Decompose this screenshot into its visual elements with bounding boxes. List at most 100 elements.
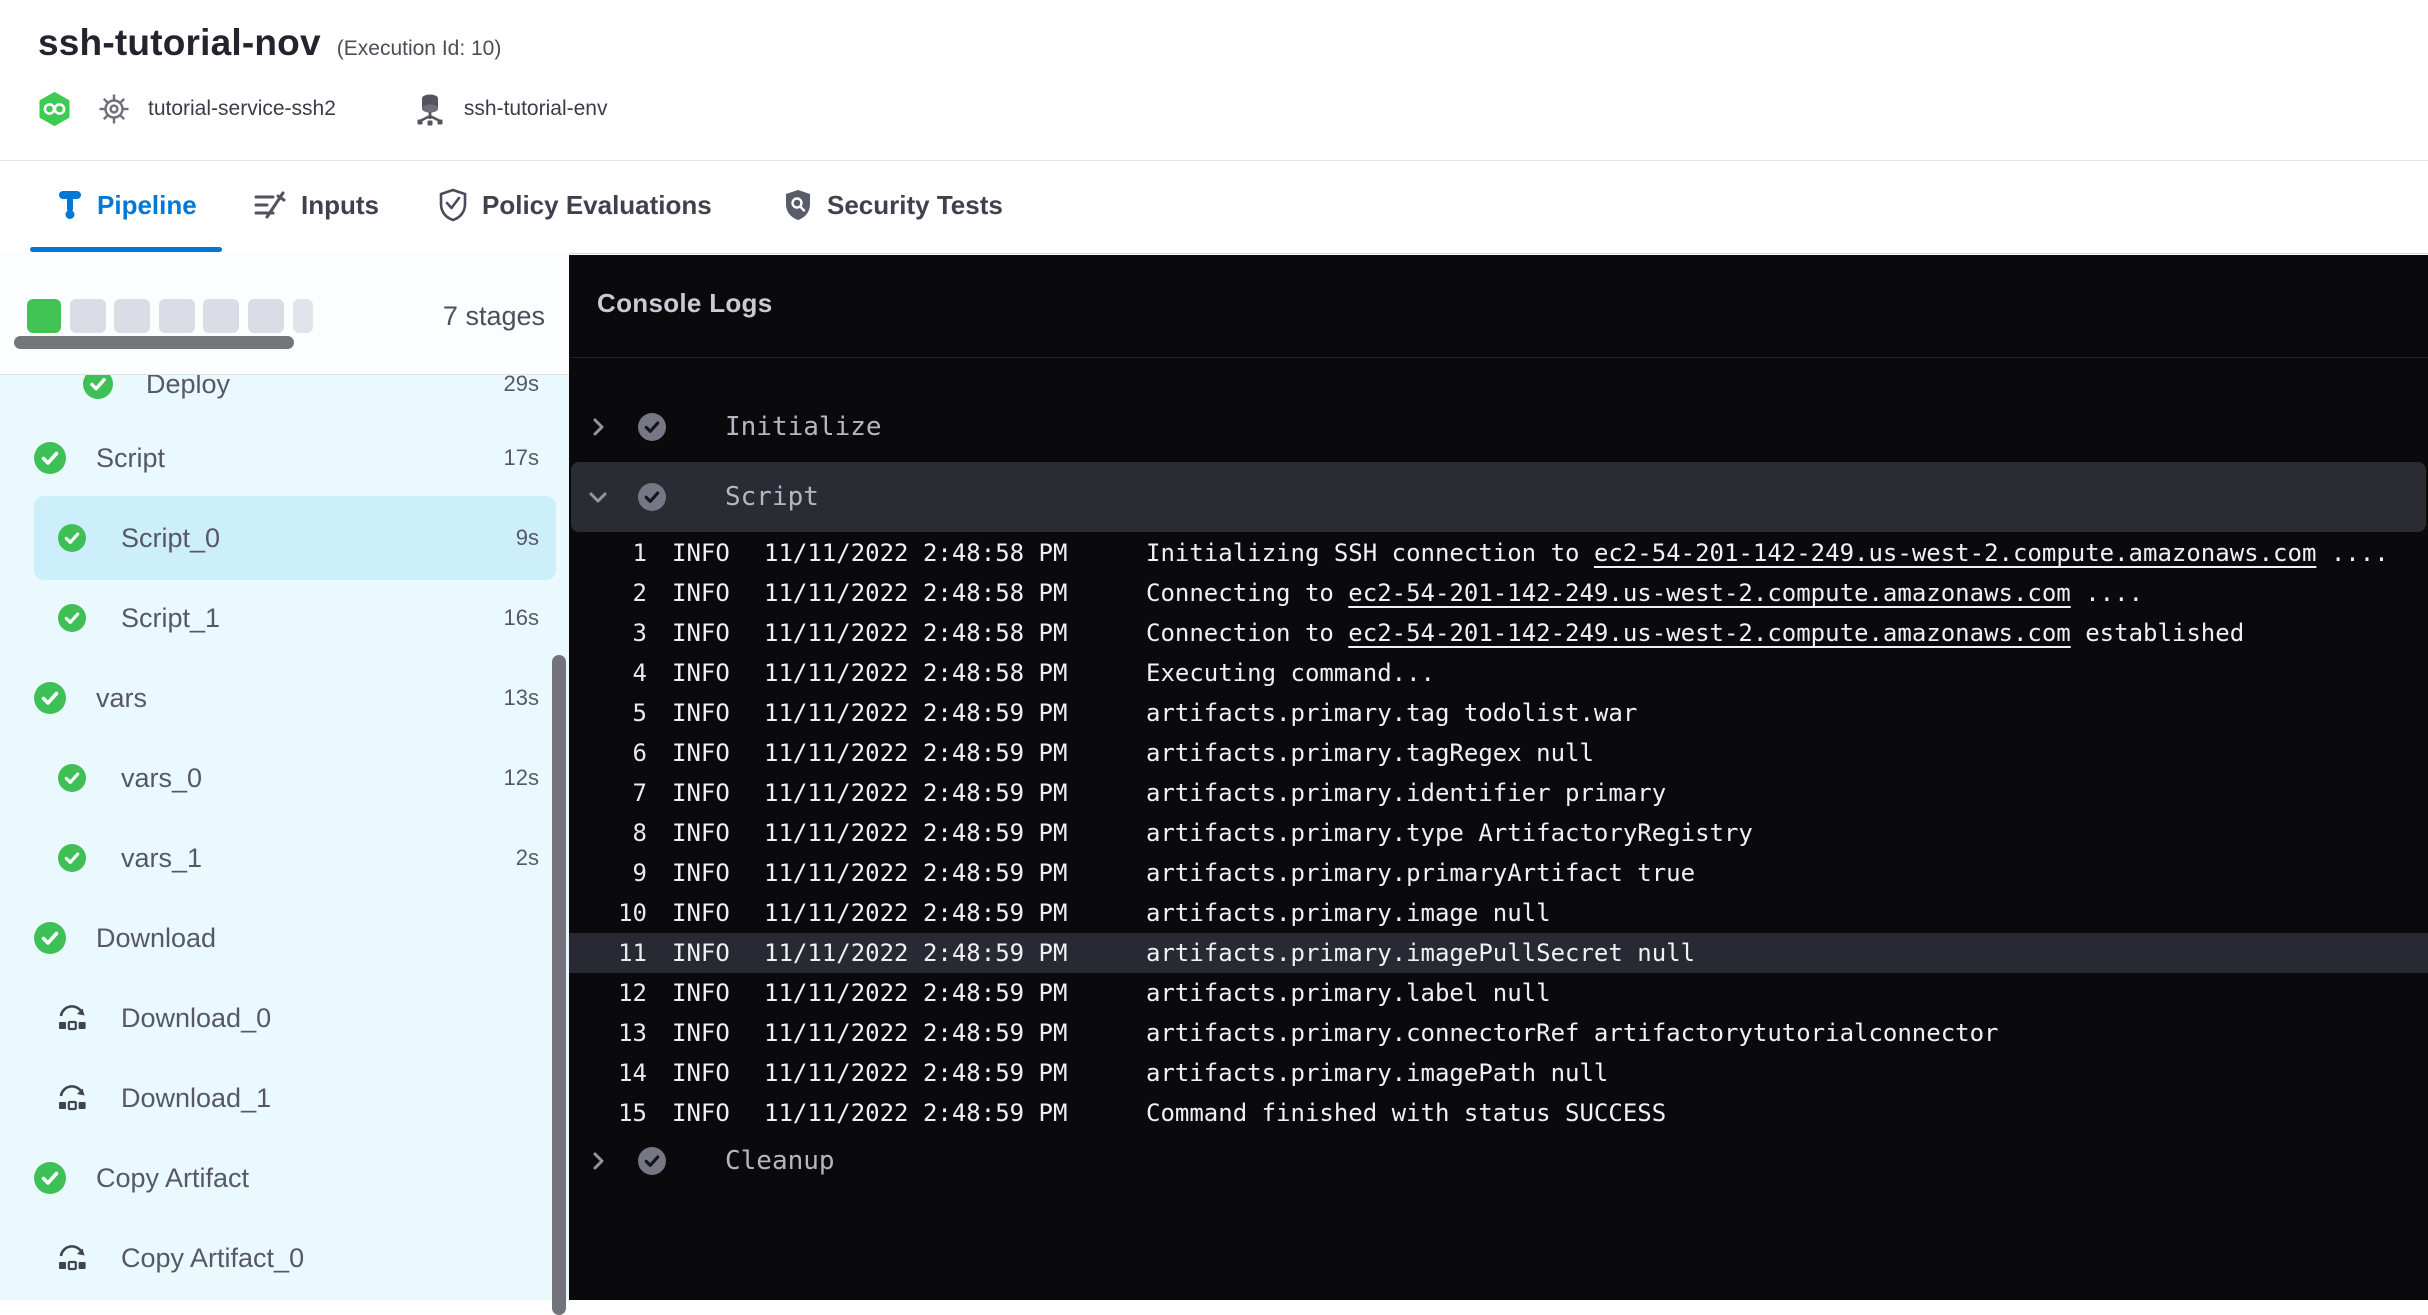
console-logs-panel: Console Logs InitializeScript Cleanup 1 INF…: [569, 255, 2428, 1300]
minimap-stage-pending[interactable]: [70, 299, 106, 333]
success-check-icon: [34, 442, 66, 474]
minimap-stage-pending[interactable]: [248, 299, 284, 333]
log-line-number: 12: [587, 973, 647, 1013]
stage-row-highlight: [34, 976, 556, 1060]
stage-row-vars[interactable]: vars 13s: [0, 656, 569, 740]
tab-policy-evaluations[interactable]: Policy Evaluations: [438, 161, 712, 249]
log-host-link[interactable]: ec2-54-201-142-249.us-west-2.compute.ama…: [1594, 539, 2316, 567]
log-timestamp: 11/11/2022 2:48:59 PM: [764, 893, 1067, 933]
log-line-number: 4: [587, 653, 647, 693]
log-line-2: 2INFO11/11/2022 2:48:58 PMConnecting to …: [569, 573, 2428, 613]
stage-row-copy-artifact-0[interactable]: Copy Artifact_0: [0, 1216, 569, 1300]
log-timestamp: 11/11/2022 2:48:59 PM: [764, 813, 1067, 853]
log-line-number: 11: [587, 933, 647, 973]
log-level: INFO: [672, 773, 730, 813]
log-level: INFO: [672, 533, 730, 573]
log-timestamp: 11/11/2022 2:48:58 PM: [764, 533, 1067, 573]
stage-duration: 13s: [504, 656, 539, 740]
log-level: INFO: [672, 573, 730, 613]
log-timestamp: 11/11/2022 2:48:58 PM: [764, 573, 1067, 613]
pipeline-icon: [57, 189, 83, 221]
minimap-stage-done[interactable]: [27, 299, 61, 333]
log-line-14: 14INFO11/11/2022 2:48:59 PMartifacts.pri…: [569, 1053, 2428, 1093]
log-message: artifacts.primary.label null: [1146, 973, 1551, 1013]
log-timestamp: 11/11/2022 2:48:59 PM: [764, 933, 1067, 973]
log-message: artifacts.primary.imagePullSecret null: [1146, 933, 1695, 973]
console-section-initialize[interactable]: Initialize: [569, 392, 2428, 462]
success-check-icon: [34, 922, 66, 954]
stage-row-download[interactable]: Download: [0, 896, 569, 980]
log-line-number: 1: [587, 533, 647, 573]
tab-inputs[interactable]: Inputs: [253, 161, 379, 249]
success-check-icon: [58, 844, 86, 872]
stage-label: vars: [96, 656, 147, 740]
rollback-step-icon: [56, 1244, 88, 1272]
stage-duration: 12s: [504, 736, 539, 820]
stage-row-script-1[interactable]: Script_116s: [0, 576, 569, 660]
minimap-stage-pending[interactable]: [203, 299, 239, 333]
log-line-12: 12INFO11/11/2022 2:48:59 PMartifacts.pri…: [569, 973, 2428, 1013]
minimap-stage-pending[interactable]: [293, 299, 313, 333]
minimap-stage-pending[interactable]: [159, 299, 195, 333]
stage-label: Copy Artifact_0: [121, 1216, 304, 1300]
page-title: ssh-tutorial-nov: [38, 22, 321, 64]
minimap-horizontal-scrollbar[interactable]: [14, 336, 294, 349]
log-line-15: 15INFO11/11/2022 2:48:59 PMCommand finis…: [569, 1093, 2428, 1133]
console-section-cleanup[interactable]: Cleanup: [569, 1126, 2428, 1196]
stage-row-copy-artifact[interactable]: Copy Artifact: [0, 1136, 569, 1220]
log-line-number: 15: [587, 1093, 647, 1133]
environment-name[interactable]: ssh-tutorial-env: [464, 97, 608, 121]
stage-row-script[interactable]: Script17s: [0, 416, 569, 500]
minimap-stage-pending[interactable]: [114, 299, 150, 333]
log-level: INFO: [672, 613, 730, 653]
log-host-link[interactable]: ec2-54-201-142-249.us-west-2.compute.ama…: [1348, 579, 2070, 607]
service-gear-icon: [98, 93, 130, 125]
stage-label: Script: [96, 416, 165, 500]
service-name[interactable]: tutorial-service-ssh2: [148, 97, 336, 121]
section-success-icon: [638, 413, 666, 441]
log-level: INFO: [672, 1053, 730, 1093]
section-success-icon: [638, 483, 666, 511]
stage-row-vars-0[interactable]: vars_0 12s: [0, 736, 569, 820]
log-line-number: 14: [587, 1053, 647, 1093]
console-logs-title: Console Logs: [597, 288, 773, 319]
log-line-11: 11 INFO 11/11/2022 2:48:59 PM artifacts.pri…: [569, 933, 2428, 973]
chevron-right-icon[interactable]: [585, 414, 611, 440]
rollback-step-icon: [56, 1004, 88, 1032]
stage-duration: 9s: [516, 496, 539, 580]
log-line-10: 10INFO11/11/2022 2:48:59 PMartifacts.pri…: [569, 893, 2428, 933]
log-line-1: 1 INFO 11/11/2022 2:48:58 PM Initializing S…: [569, 533, 2428, 573]
log-message: artifacts.primary.connectorRef artifacto…: [1146, 1013, 1999, 1053]
stage-row-highlight: [34, 576, 556, 660]
log-message: artifacts.primary.primaryArtifact true: [1146, 853, 1695, 893]
log-line-4: 4INFO11/11/2022 2:48:58 PMExecuting comm…: [569, 653, 2428, 693]
log-line-number: 2: [587, 573, 647, 613]
log-message: artifacts.primary.image null: [1146, 893, 1551, 933]
console-section-script[interactable]: Script: [569, 462, 2428, 532]
log-message: Initializing SSH connection to ec2-54-20…: [1146, 533, 2389, 573]
stage-row-highlight: [34, 736, 556, 820]
log-level: INFO: [672, 933, 730, 973]
chevron-down-icon[interactable]: [585, 484, 611, 510]
section-label: Script: [725, 462, 819, 532]
log-line-13: 13INFO11/11/2022 2:48:59 PMartifacts.pri…: [569, 1013, 2428, 1053]
chevron-right-icon[interactable]: [585, 1148, 611, 1174]
stage-row-download-1[interactable]: Download_1: [0, 1056, 569, 1140]
tab-pipeline[interactable]: Pipeline: [57, 161, 197, 249]
success-check-icon: [34, 1162, 66, 1194]
log-line-8: 8INFO11/11/2022 2:48:59 PMartifacts.prim…: [569, 813, 2428, 853]
stage-label: vars_0: [121, 736, 202, 820]
page-header: ssh-tutorial-nov (Execution Id: 10): [0, 0, 2428, 161]
sidebar-vertical-scrollbar[interactable]: [552, 655, 566, 1315]
tab-security-tests[interactable]: Security Tests: [783, 161, 1003, 249]
stage-row-download-0[interactable]: Download_0: [0, 976, 569, 1060]
log-host-link[interactable]: ec2-54-201-142-249.us-west-2.compute.ama…: [1348, 619, 2070, 647]
log-message: artifacts.primary.tagRegex null: [1146, 733, 1594, 773]
tab-bar: Pipeline Inputs: [0, 161, 2428, 254]
success-check-icon: [58, 764, 86, 792]
stage-row-script-0[interactable]: Script_09s: [0, 496, 569, 580]
policy-shield-icon: [438, 188, 468, 222]
log-timestamp: 11/11/2022 2:48:59 PM: [764, 773, 1067, 813]
log-line-number: 3: [587, 613, 647, 653]
stage-row-vars-1[interactable]: vars_12s: [0, 816, 569, 900]
